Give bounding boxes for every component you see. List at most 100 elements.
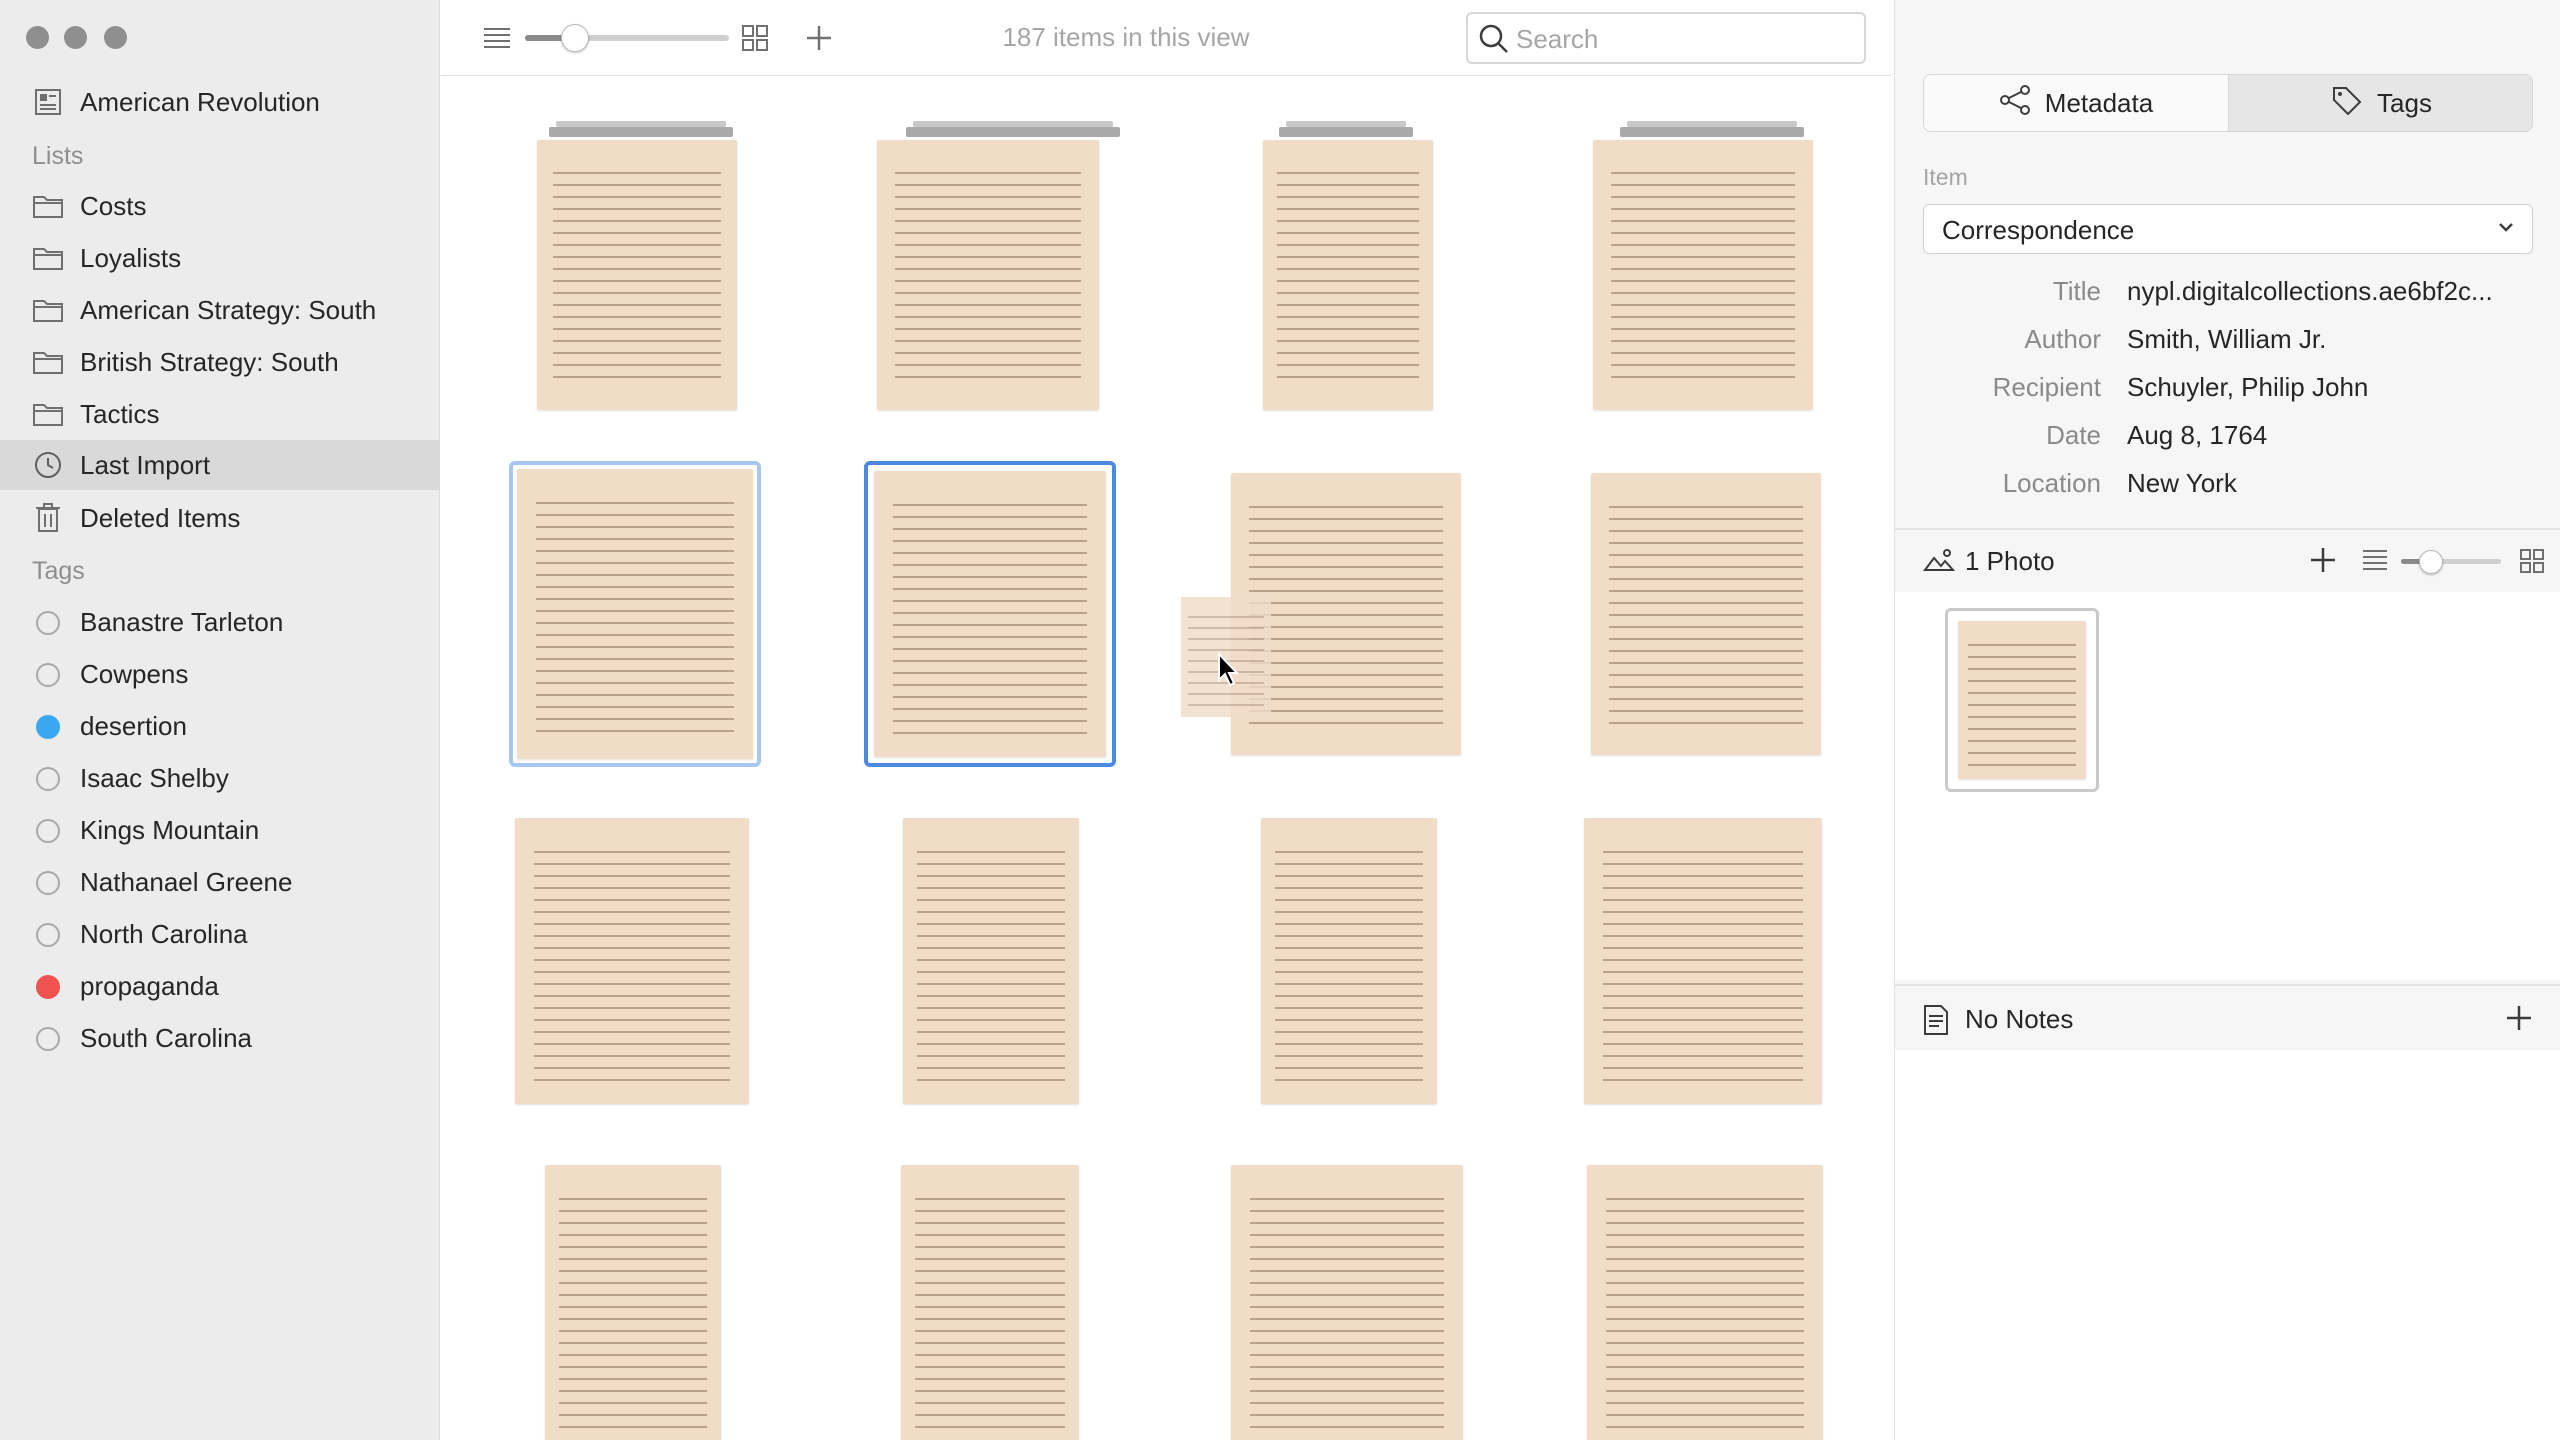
folder-icon xyxy=(32,296,64,324)
sidebar-item-label: Banastre Tarleton xyxy=(80,606,284,637)
document-thumbnail xyxy=(874,471,1106,757)
clock-icon xyxy=(32,451,64,479)
sidebar-item-label: Tactics xyxy=(80,398,160,429)
sidebar-item-label: Cowpens xyxy=(80,658,189,689)
sidebar-tag-north-carolina[interactable]: North Carolina xyxy=(0,909,440,959)
metadata-row-location: Location New York xyxy=(1895,468,2560,512)
document-thumbnail[interactable] xyxy=(1231,1165,1463,1440)
chevron-down-icon xyxy=(2496,217,2516,237)
sidebar-item-label: American Strategy: South xyxy=(80,294,377,325)
sidebar-item-label: American Revolution xyxy=(80,86,320,117)
stack-indicator xyxy=(1279,127,1413,137)
inspector-tabs: Metadata Tags xyxy=(1923,74,2533,132)
sidebar-tag-propaganda[interactable]: propaganda xyxy=(0,961,440,1011)
metadata-value[interactable]: Smith, William Jr. xyxy=(2127,324,2537,355)
sidebar-tag-nathanael-greene[interactable]: Nathanael Greene xyxy=(0,857,440,907)
document-thumbnail[interactable] xyxy=(877,140,1099,410)
notes-area[interactable] xyxy=(1895,1050,2560,1440)
add-icon[interactable] xyxy=(801,20,837,56)
document-thumbnail[interactable] xyxy=(903,818,1079,1104)
sidebar-item-label: Nathanael Greene xyxy=(80,866,293,897)
grid-view-icon[interactable] xyxy=(2519,548,2545,579)
sidebar-tag-cowpens[interactable]: Cowpens xyxy=(0,649,440,699)
sidebar-item-costs[interactable]: Costs xyxy=(0,181,440,231)
tab-metadata[interactable]: Metadata xyxy=(1924,75,2229,131)
window-zoom-button[interactable] xyxy=(104,26,127,49)
metadata-value[interactable]: Schuyler, Philip John xyxy=(2127,372,2537,403)
item-type-select[interactable]: Correspondence xyxy=(1923,204,2533,254)
document-thumbnail[interactable] xyxy=(1593,140,1813,410)
search-icon xyxy=(1478,23,1510,60)
document-thumbnail[interactable] xyxy=(537,140,737,410)
window-minimize-button[interactable] xyxy=(64,26,87,49)
metadata-key: Title xyxy=(2052,276,2101,306)
sidebar-item-american-strategy-south[interactable]: American Strategy: South xyxy=(0,285,440,335)
document-thumbnail[interactable] xyxy=(1261,818,1437,1104)
tag-dot-icon xyxy=(36,663,60,687)
tab-tags[interactable]: Tags xyxy=(2229,75,2532,131)
document-thumbnail[interactable] xyxy=(1584,818,1822,1104)
sidebar-item-library[interactable]: American Revolution xyxy=(0,77,440,127)
sidebar-item-label: British Strategy: South xyxy=(80,346,339,377)
stack-indicator xyxy=(1620,127,1804,137)
photo-list xyxy=(1895,592,2560,980)
grid-view-icon[interactable] xyxy=(737,20,773,56)
folder-icon xyxy=(32,400,64,428)
zoom-slider-knob[interactable] xyxy=(561,24,589,52)
metadata-value[interactable]: New York xyxy=(2127,468,2537,499)
photo-zoom-knob[interactable] xyxy=(2419,550,2443,574)
search-field[interactable] xyxy=(1466,12,1866,64)
divider xyxy=(1895,984,2560,986)
metadata-row-title: Title nypl.digitalcollections.ae6bf2c... xyxy=(1895,276,2560,320)
document-thumbnail[interactable] xyxy=(901,1165,1079,1440)
tab-label: Tags xyxy=(2377,87,2432,118)
sidebar-item-british-strategy-south[interactable]: British Strategy: South xyxy=(0,337,440,387)
sidebar-tag-isaac-shelby[interactable]: Isaac Shelby xyxy=(0,753,440,803)
trash-icon xyxy=(32,503,64,532)
selected-photo-cell[interactable] xyxy=(509,461,761,767)
add-photo-icon[interactable] xyxy=(2309,546,2337,579)
metadata-row-author: Author Smith, William Jr. xyxy=(1895,324,2560,368)
sidebar-tag-south-carolina[interactable]: South Carolina xyxy=(0,1013,440,1063)
item-count: 187 items in this view xyxy=(1002,22,1250,52)
metadata-row-recipient: Recipient Schuyler, Philip John xyxy=(1895,372,2560,416)
list-view-icon[interactable] xyxy=(479,20,515,56)
toolbar: 187 items in this view xyxy=(441,0,1893,76)
sidebar-tag-kings-mountain[interactable]: Kings Mountain xyxy=(0,805,440,855)
sidebar: American Revolution Lists Costs Loyalist… xyxy=(0,0,440,1440)
document-thumbnail[interactable] xyxy=(1591,473,1821,755)
sidebar-tag-banastre-tarleton[interactable]: Banastre Tarleton xyxy=(0,597,440,647)
metadata-key: Recipient xyxy=(1992,372,2101,402)
window-close-button[interactable] xyxy=(26,26,49,49)
sidebar-item-label: North Carolina xyxy=(80,918,248,949)
sidebar-item-last-import[interactable]: Last Import xyxy=(0,440,440,490)
metadata-row-date: Date Aug 8, 1764 xyxy=(1895,420,2560,464)
sidebar-tag-desertion[interactable]: desertion xyxy=(0,701,440,751)
sidebar-item-loyalists[interactable]: Loyalists xyxy=(0,233,440,283)
sidebar-item-tactics[interactable]: Tactics xyxy=(0,389,440,439)
metadata-value[interactable]: Aug 8, 1764 xyxy=(2127,420,2537,451)
tag-dot-icon xyxy=(36,767,60,791)
document-thumbnail[interactable] xyxy=(1263,140,1433,410)
add-note-icon[interactable] xyxy=(2505,1004,2533,1037)
photos-header: 1 Photo xyxy=(1895,532,2560,590)
folder-icon xyxy=(32,244,64,272)
folder-icon xyxy=(32,192,64,220)
tag-dot-icon xyxy=(36,611,60,635)
document-thumbnail xyxy=(517,469,753,759)
document-thumbnail[interactable] xyxy=(545,1165,721,1440)
document-thumbnail[interactable] xyxy=(1587,1165,1823,1440)
sidebar-item-label: Last Import xyxy=(80,449,211,480)
tag-dot-icon xyxy=(36,1027,60,1051)
selected-photo-cell[interactable] xyxy=(864,461,1116,767)
metadata-value[interactable]: nypl.digitalcollections.ae6bf2c... xyxy=(2127,276,2537,307)
photo-thumbnail[interactable] xyxy=(1945,608,2099,792)
inspector-panel: Metadata Tags Item Correspondence Title … xyxy=(1894,0,2560,1440)
search-input[interactable] xyxy=(1516,22,1856,56)
list-view-icon[interactable] xyxy=(2361,548,2389,577)
divider xyxy=(1895,528,2560,530)
tag-dot-icon xyxy=(36,871,60,895)
sidebar-item-deleted-items[interactable]: Deleted Items xyxy=(0,493,440,543)
folder-icon xyxy=(32,348,64,376)
document-thumbnail[interactable] xyxy=(515,818,749,1104)
